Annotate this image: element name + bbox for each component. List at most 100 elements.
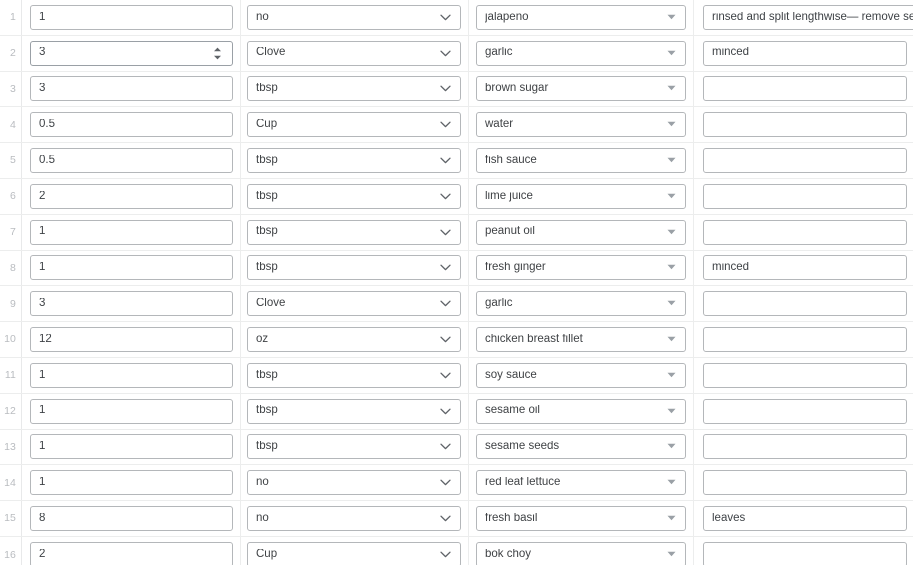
ingredient-select[interactable]: lime juice bbox=[476, 183, 686, 209]
unit-select[interactable]: tbsp bbox=[247, 434, 461, 460]
quantity-input[interactable]: 3 bbox=[30, 40, 233, 66]
caret-down-icon[interactable] bbox=[663, 113, 679, 136]
quantity-input[interactable]: 12 bbox=[30, 327, 233, 353]
ingredient-cell: garlic bbox=[468, 286, 693, 321]
preparation-input[interactable] bbox=[703, 183, 907, 209]
ingredient-select[interactable]: fish sauce bbox=[476, 148, 686, 174]
caret-down-icon[interactable] bbox=[663, 328, 679, 351]
chevron-down-icon[interactable] bbox=[434, 543, 456, 565]
preparation-input[interactable]: rinsed and split lengthwise— remove seed bbox=[703, 4, 913, 30]
unit-select[interactable]: oz bbox=[247, 327, 461, 353]
preparation-input[interactable] bbox=[703, 470, 907, 496]
unit-select[interactable]: Cup bbox=[247, 542, 461, 565]
caret-down-icon[interactable] bbox=[663, 256, 679, 279]
unit-select[interactable]: tbsp bbox=[247, 362, 461, 388]
chevron-down-icon[interactable] bbox=[434, 149, 456, 172]
ingredient-select[interactable]: brown sugar bbox=[476, 76, 686, 102]
quantity-input[interactable]: 1 bbox=[30, 4, 233, 30]
unit-value: Cup bbox=[256, 549, 278, 561]
chevron-down-icon[interactable] bbox=[434, 42, 456, 65]
preparation-input[interactable] bbox=[703, 398, 907, 424]
preparation-input[interactable] bbox=[703, 219, 907, 245]
caret-down-icon[interactable] bbox=[663, 6, 679, 29]
caret-down-icon[interactable] bbox=[663, 435, 679, 458]
unit-select[interactable]: Clove bbox=[247, 291, 461, 317]
caret-down-icon[interactable] bbox=[663, 400, 679, 423]
ingredient-select[interactable]: fresh ginger bbox=[476, 255, 686, 281]
quantity-input[interactable]: 1 bbox=[30, 398, 233, 424]
quantity-input[interactable]: 0.5 bbox=[30, 148, 233, 174]
chevron-down-icon[interactable] bbox=[434, 400, 456, 423]
caret-down-icon[interactable] bbox=[663, 471, 679, 494]
caret-down-icon[interactable] bbox=[663, 221, 679, 244]
quantity-input[interactable]: 2 bbox=[30, 542, 233, 565]
chevron-down-icon[interactable] bbox=[434, 364, 456, 387]
quantity-input[interactable]: 1 bbox=[30, 434, 233, 460]
caret-down-icon[interactable] bbox=[663, 42, 679, 65]
unit-select[interactable]: tbsp bbox=[247, 76, 461, 102]
quantity-input[interactable]: 3 bbox=[30, 76, 233, 102]
preparation-input[interactable] bbox=[703, 327, 907, 353]
ingredient-select[interactable]: soy sauce bbox=[476, 362, 686, 388]
unit-select[interactable]: tbsp bbox=[247, 183, 461, 209]
preparation-input[interactable]: minced bbox=[703, 40, 907, 66]
quantity-input[interactable]: 2 bbox=[30, 183, 233, 209]
unit-select[interactable]: tbsp bbox=[247, 219, 461, 245]
preparation-input[interactable] bbox=[703, 112, 907, 138]
ingredient-select[interactable]: jalapeno bbox=[476, 4, 686, 30]
ingredient-select[interactable]: sesame oil bbox=[476, 398, 686, 424]
chevron-down-icon[interactable] bbox=[434, 185, 456, 208]
chevron-down-icon[interactable] bbox=[434, 507, 456, 530]
quantity-input[interactable]: 1 bbox=[30, 470, 233, 496]
chevron-down-icon[interactable] bbox=[434, 256, 456, 279]
unit-select[interactable]: no bbox=[247, 4, 461, 30]
caret-down-icon[interactable] bbox=[663, 364, 679, 387]
ingredient-select[interactable]: bok choy bbox=[476, 542, 686, 565]
unit-select[interactable]: no bbox=[247, 506, 461, 532]
quantity-input[interactable]: 8 bbox=[30, 506, 233, 532]
chevron-down-icon[interactable] bbox=[434, 113, 456, 136]
spinner-updown-icon[interactable] bbox=[210, 42, 224, 65]
chevron-down-icon[interactable] bbox=[434, 435, 456, 458]
ingredient-select[interactable]: sesame seeds bbox=[476, 434, 686, 460]
caret-down-icon[interactable] bbox=[663, 292, 679, 315]
chevron-down-icon[interactable] bbox=[434, 77, 456, 100]
unit-select[interactable]: tbsp bbox=[247, 255, 461, 281]
ingredient-cell: chicken breast fillet bbox=[468, 322, 693, 357]
ingredient-select[interactable]: fresh basil bbox=[476, 506, 686, 532]
ingredient-select[interactable]: garlic bbox=[476, 291, 686, 317]
quantity-input[interactable]: 3 bbox=[30, 291, 233, 317]
preparation-input[interactable] bbox=[703, 148, 907, 174]
caret-down-icon[interactable] bbox=[663, 543, 679, 565]
quantity-input[interactable]: 1 bbox=[30, 362, 233, 388]
preparation-input[interactable] bbox=[703, 291, 907, 317]
preparation-input[interactable]: minced bbox=[703, 255, 907, 281]
unit-select[interactable]: tbsp bbox=[247, 148, 461, 174]
caret-down-icon[interactable] bbox=[663, 149, 679, 172]
caret-down-icon[interactable] bbox=[663, 185, 679, 208]
preparation-input[interactable] bbox=[703, 434, 907, 460]
quantity-input[interactable]: 1 bbox=[30, 255, 233, 281]
preparation-input[interactable] bbox=[703, 542, 907, 565]
chevron-down-icon[interactable] bbox=[434, 471, 456, 494]
chevron-down-icon[interactable] bbox=[434, 6, 456, 29]
ingredient-select[interactable]: garlic bbox=[476, 40, 686, 66]
preparation-input[interactable] bbox=[703, 76, 907, 102]
chevron-down-icon[interactable] bbox=[434, 221, 456, 244]
unit-select[interactable]: Cup bbox=[247, 112, 461, 138]
chevron-down-icon[interactable] bbox=[434, 292, 456, 315]
preparation-input[interactable] bbox=[703, 362, 907, 388]
unit-select[interactable]: Clove bbox=[247, 40, 461, 66]
preparation-input[interactable]: leaves bbox=[703, 506, 907, 532]
caret-down-icon[interactable] bbox=[663, 77, 679, 100]
unit-select[interactable]: no bbox=[247, 470, 461, 496]
ingredient-select[interactable]: chicken breast fillet bbox=[476, 327, 686, 353]
ingredient-select[interactable]: red leaf lettuce bbox=[476, 470, 686, 496]
quantity-input[interactable]: 1 bbox=[30, 219, 233, 245]
quantity-input[interactable]: 0.5 bbox=[30, 112, 233, 138]
ingredient-select[interactable]: water bbox=[476, 112, 686, 138]
ingredient-select[interactable]: peanut oil bbox=[476, 219, 686, 245]
caret-down-icon[interactable] bbox=[663, 507, 679, 530]
unit-select[interactable]: tbsp bbox=[247, 398, 461, 424]
chevron-down-icon[interactable] bbox=[434, 328, 456, 351]
